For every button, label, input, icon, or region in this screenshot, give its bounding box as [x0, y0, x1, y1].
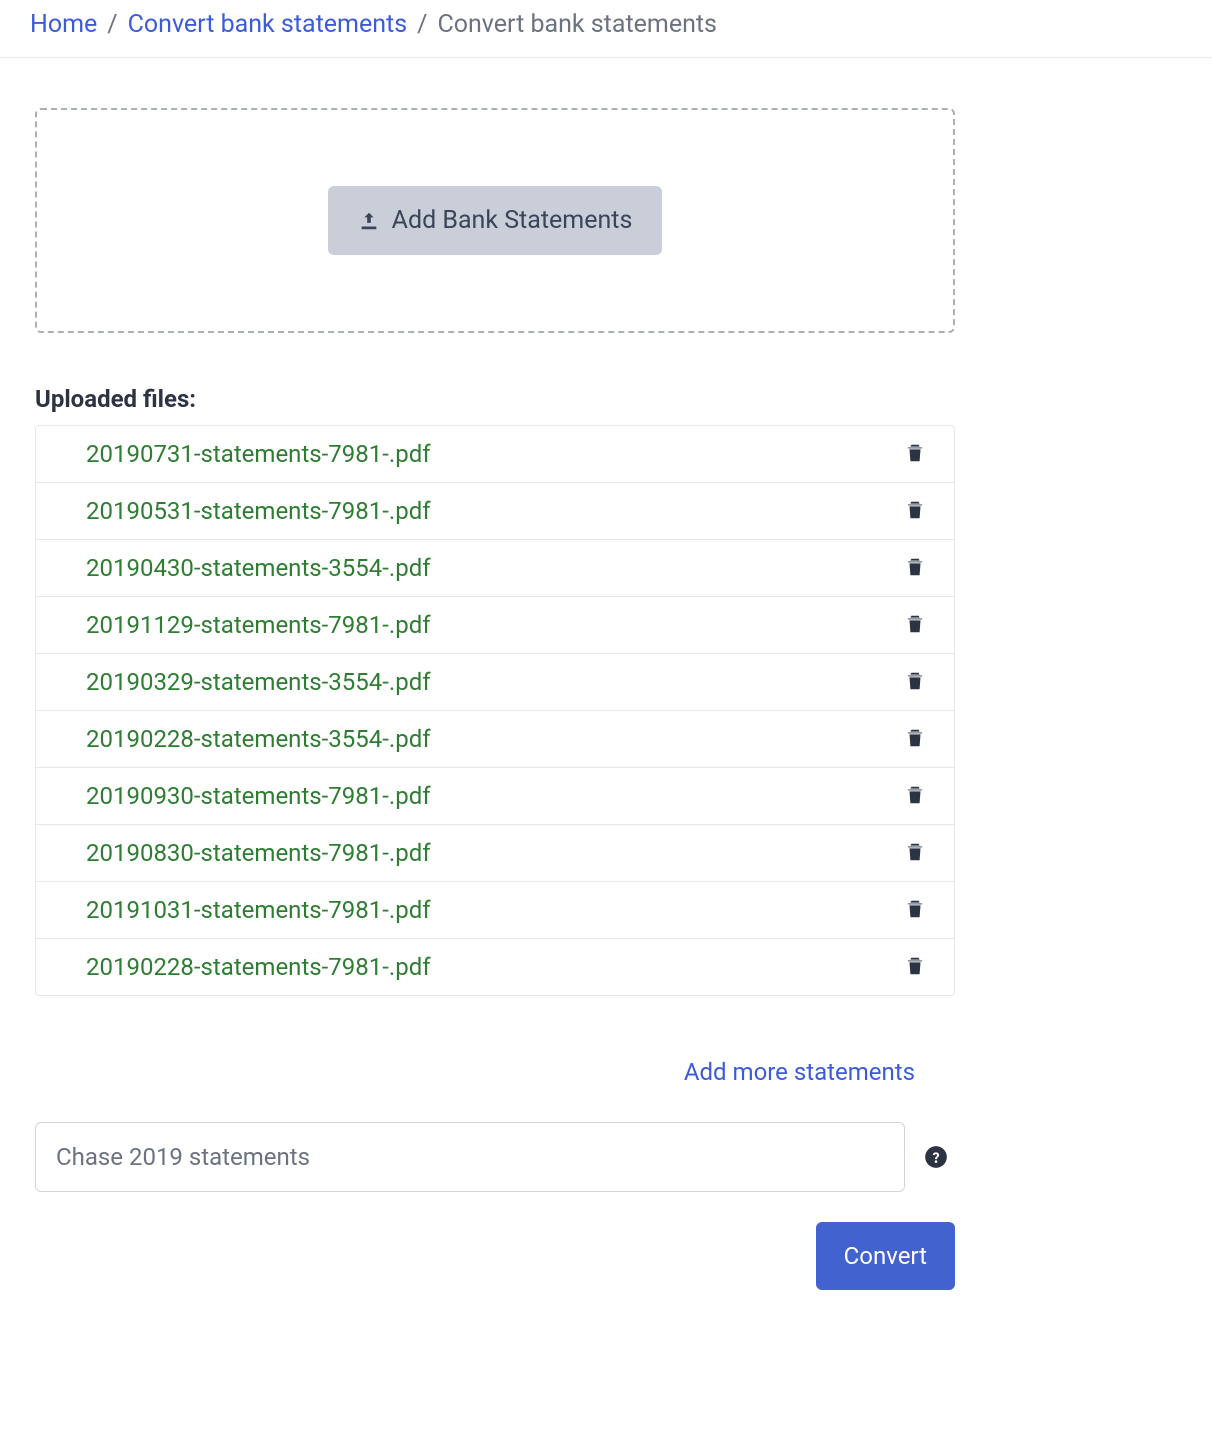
file-row: 20190830-statements-7981-.pdf	[36, 825, 954, 882]
file-name: 20190228-statements-7981-.pdf	[86, 953, 431, 981]
breadcrumb-home[interactable]: Home	[30, 10, 97, 39]
trash-icon	[904, 783, 926, 810]
file-row: 20191129-statements-7981-.pdf	[36, 597, 954, 654]
file-row: 20190329-statements-3554-.pdf	[36, 654, 954, 711]
trash-icon	[904, 840, 926, 867]
breadcrumb-separator: /	[417, 10, 427, 39]
trash-icon	[904, 897, 926, 924]
delete-file-button[interactable]	[904, 783, 926, 810]
file-row: 20190930-statements-7981-.pdf	[36, 768, 954, 825]
file-name: 20191129-statements-7981-.pdf	[86, 611, 431, 639]
delete-file-button[interactable]	[904, 669, 926, 696]
breadcrumb-current: Convert bank statements	[437, 10, 717, 39]
file-name: 20191031-statements-7981-.pdf	[86, 896, 431, 924]
file-name: 20190830-statements-7981-.pdf	[86, 839, 431, 867]
help-icon[interactable]	[923, 1144, 949, 1170]
file-name: 20190430-statements-3554-.pdf	[86, 554, 431, 582]
trash-icon	[904, 612, 926, 639]
file-row: 20191031-statements-7981-.pdf	[36, 882, 954, 939]
upload-icon	[358, 210, 380, 232]
file-name: 20190228-statements-3554-.pdf	[86, 725, 431, 753]
delete-file-button[interactable]	[904, 498, 926, 525]
breadcrumb-separator: /	[107, 10, 117, 39]
trash-icon	[904, 954, 926, 981]
delete-file-button[interactable]	[904, 612, 926, 639]
add-more-statements-link[interactable]: Add more statements	[684, 1058, 915, 1086]
batch-name-input[interactable]	[35, 1122, 905, 1192]
trash-icon	[904, 498, 926, 525]
delete-file-button[interactable]	[904, 555, 926, 582]
add-bank-statements-button[interactable]: Add Bank Statements	[328, 186, 663, 255]
breadcrumb-convert-link[interactable]: Convert bank statements	[128, 10, 408, 39]
file-name: 20190329-statements-3554-.pdf	[86, 668, 431, 696]
uploaded-file-list: 20190731-statements-7981-.pdf 20190531-st…	[35, 425, 955, 996]
add-bank-statements-label: Add Bank Statements	[392, 206, 633, 235]
file-row: 20190731-statements-7981-.pdf	[36, 426, 954, 483]
file-row: 20190228-statements-7981-.pdf	[36, 939, 954, 995]
delete-file-button[interactable]	[904, 897, 926, 924]
file-row: 20190430-statements-3554-.pdf	[36, 540, 954, 597]
file-row: 20190531-statements-7981-.pdf	[36, 483, 954, 540]
delete-file-button[interactable]	[904, 840, 926, 867]
uploaded-files-heading: Uploaded files:	[35, 385, 955, 413]
upload-dropzone[interactable]: Add Bank Statements	[35, 108, 955, 333]
trash-icon	[904, 669, 926, 696]
breadcrumb: Home / Convert bank statements / Convert…	[0, 0, 1212, 58]
delete-file-button[interactable]	[904, 441, 926, 468]
delete-file-button[interactable]	[904, 954, 926, 981]
file-name: 20190531-statements-7981-.pdf	[86, 497, 431, 525]
trash-icon	[904, 441, 926, 468]
delete-file-button[interactable]	[904, 726, 926, 753]
file-row: 20190228-statements-3554-.pdf	[36, 711, 954, 768]
trash-icon	[904, 726, 926, 753]
file-name: 20190731-statements-7981-.pdf	[86, 440, 431, 468]
trash-icon	[904, 555, 926, 582]
file-name: 20190930-statements-7981-.pdf	[86, 782, 431, 810]
convert-button[interactable]: Convert	[816, 1222, 955, 1290]
